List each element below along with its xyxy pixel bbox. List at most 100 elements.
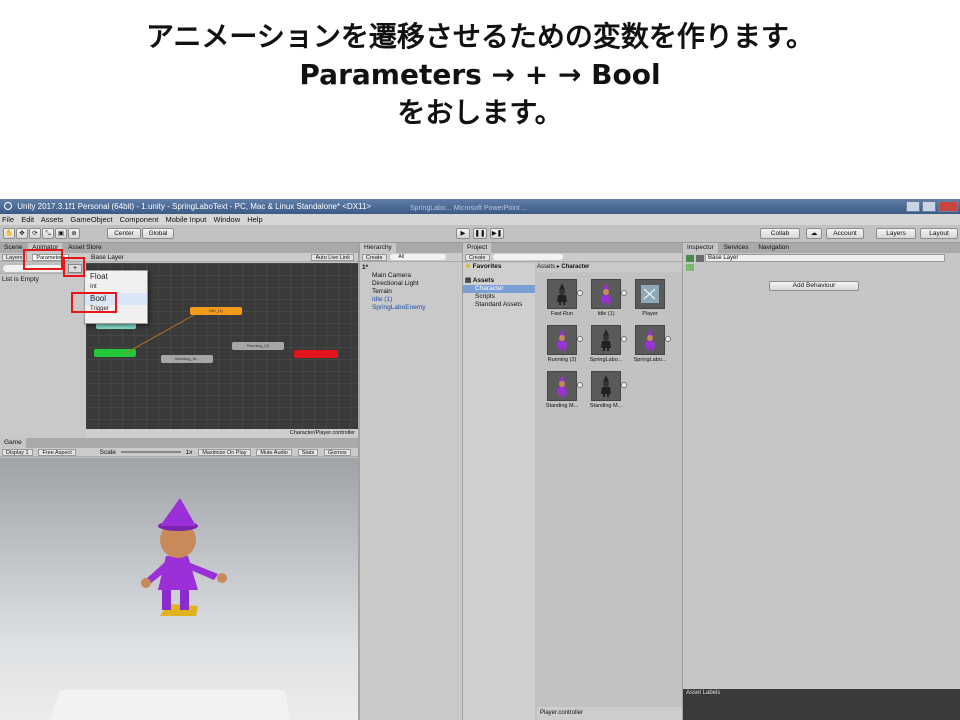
display-dropdown[interactable]: Display 1	[2, 449, 33, 456]
heading-line-3: をおします。	[397, 96, 563, 129]
minimize-button[interactable]	[906, 201, 920, 212]
asset-thumbnail[interactable]	[635, 279, 665, 309]
favorites-label: Favorites	[472, 263, 502, 270]
character-model-icon	[557, 375, 567, 397]
asset-thumbnail[interactable]	[591, 325, 621, 355]
expand-arrow-icon[interactable]	[621, 290, 627, 296]
hand-tool-icon[interactable]: ✋	[3, 228, 15, 239]
asset-label: Idle (1)	[597, 311, 615, 317]
scale-label: Scale	[99, 449, 116, 456]
hierarchy-item[interactable]: Idle (1)	[360, 296, 462, 304]
hierarchy-search-input[interactable]: All	[390, 254, 447, 261]
aspect-dropdown[interactable]: Free Aspect	[38, 449, 76, 456]
close-button[interactable]	[938, 201, 958, 212]
expand-arrow-icon[interactable]	[577, 336, 583, 342]
tab-asset-store[interactable]: Asset Store	[64, 243, 106, 253]
maximize-button[interactable]	[922, 201, 936, 212]
layers-dropdown[interactable]: Layers	[876, 228, 916, 239]
asset-label: Fast Run	[550, 311, 574, 317]
play-button-icon[interactable]: ▶	[456, 228, 470, 239]
hierarchy-item[interactable]: SpringLaboEnemy	[360, 304, 462, 312]
maximize-on-play-toggle[interactable]: Maximize On Play	[198, 449, 251, 456]
menu-edit[interactable]: Edit	[21, 215, 34, 224]
step-button-icon[interactable]: ▶❚	[490, 228, 504, 239]
menu-bar: File Edit Assets GameObject Component Mo…	[0, 214, 960, 225]
account-dropdown[interactable]: Account	[826, 228, 864, 239]
menu-assets[interactable]: Assets	[41, 215, 64, 224]
asset-thumbnail[interactable]	[591, 279, 621, 309]
menu-file[interactable]: File	[2, 215, 14, 224]
asset-label: SpringLabo...	[589, 357, 623, 363]
menu-component[interactable]: Component	[120, 215, 159, 224]
hierarchy-panel: Hierarchy Create All 1* Main Camera Dire…	[360, 243, 462, 720]
asset-thumbnail[interactable]	[547, 371, 577, 401]
stats-toggle[interactable]: Stats	[297, 449, 319, 456]
assets-item[interactable]: ▤ Assets	[463, 277, 535, 285]
tab-game[interactable]: Game	[0, 438, 26, 448]
tab-hierarchy[interactable]: Hierarchy	[360, 243, 396, 253]
menu-mobile-input[interactable]: Mobile Input	[165, 215, 206, 224]
project-create-button[interactable]: Create	[465, 254, 490, 261]
layer-icon	[686, 255, 694, 262]
tab-project[interactable]: Project	[463, 243, 492, 253]
character-model-icon	[557, 329, 567, 351]
pivot-global-button[interactable]: Global	[142, 228, 174, 239]
scale-tool-icon[interactable]: ⤡	[42, 228, 54, 239]
expand-arrow-icon[interactable]	[621, 382, 627, 388]
favorites-item[interactable]: ★ Favorites	[463, 263, 535, 271]
asset-label: SpringLabo...	[633, 357, 667, 363]
pause-button-icon[interactable]: ❚❚	[473, 228, 487, 239]
tab-services[interactable]: Services	[720, 243, 753, 253]
asset-thumbnail[interactable]	[547, 325, 577, 355]
pivot-center-button[interactable]: Center	[107, 228, 141, 239]
tree-item-standard-assets[interactable]: Standard Assets	[463, 301, 535, 309]
hierarchy-item[interactable]: Main Camera	[360, 272, 462, 280]
mute-audio-toggle[interactable]: Mute Audio	[256, 449, 292, 456]
menu-gameobject[interactable]: GameObject	[70, 215, 112, 224]
base-layer-breadcrumb[interactable]: Base Layer	[91, 253, 124, 262]
character-model-icon	[645, 329, 655, 351]
tab-navigation[interactable]: Navigation	[754, 243, 793, 253]
asset-grid: Fast Run Idle (1) Player Running (2) SpringL…	[537, 273, 682, 705]
controller-path: Character/Player.controller	[86, 429, 358, 438]
hierarchy-item[interactable]: Terrain	[360, 288, 462, 296]
scale-slider[interactable]	[120, 451, 181, 454]
transform-tool-icon[interactable]: ⊕	[68, 228, 80, 239]
rotate-tool-icon[interactable]: ⟳	[29, 228, 41, 239]
menu-window[interactable]: Window	[213, 215, 240, 224]
layout-dropdown[interactable]: Layout	[920, 228, 958, 239]
game-viewport[interactable]	[0, 458, 358, 720]
tree-item-scripts[interactable]: Scripts	[463, 293, 535, 301]
asset-label: Player	[642, 311, 658, 317]
menu-help[interactable]: Help	[247, 215, 262, 224]
asset-thumbnail[interactable]	[635, 325, 665, 355]
expand-arrow-icon[interactable]	[577, 290, 583, 296]
animator-panel: Scene Animator Asset Store Layers Parame…	[0, 243, 358, 438]
asset-thumbnail[interactable]	[547, 279, 577, 309]
hierarchy-item[interactable]: Directional Light	[360, 280, 462, 288]
add-behaviour-button[interactable]: Add Behaviour	[769, 281, 859, 291]
expand-arrow-icon[interactable]	[621, 336, 627, 342]
tab-inspector[interactable]: Inspector	[683, 243, 718, 253]
collab-button[interactable]: Collab	[760, 228, 800, 239]
hierarchy-create-button[interactable]: Create	[362, 254, 387, 261]
project-panel: Project Create ★ Favorites ▤ Assets Char…	[463, 243, 682, 720]
breadcrumb-assets[interactable]: Assets	[537, 264, 555, 270]
move-tool-icon[interactable]: ✥	[16, 228, 28, 239]
project-search-input[interactable]	[493, 254, 564, 261]
asset-label: Standing M...	[589, 403, 623, 409]
base-layer-field[interactable]: Base Layer	[705, 254, 945, 262]
highlight-parameters	[23, 249, 63, 270]
asset-thumbnail[interactable]	[591, 371, 621, 401]
asset-label: Standing M...	[545, 403, 579, 409]
scene-root[interactable]: 1*	[360, 264, 462, 272]
cloud-icon[interactable]: ☁	[806, 228, 822, 239]
expand-arrow-icon[interactable]	[665, 336, 671, 342]
menu-item-float[interactable]: Float	[85, 271, 147, 283]
auto-live-link-button[interactable]: Auto Live Link	[311, 254, 354, 261]
tree-item-character[interactable]: Character	[463, 285, 535, 293]
rect-tool-icon[interactable]: ▣	[55, 228, 67, 239]
gizmos-dropdown[interactable]: Gizmos	[324, 449, 351, 456]
expand-arrow-icon[interactable]	[577, 382, 583, 388]
breadcrumb-character[interactable]: Character	[561, 264, 589, 270]
